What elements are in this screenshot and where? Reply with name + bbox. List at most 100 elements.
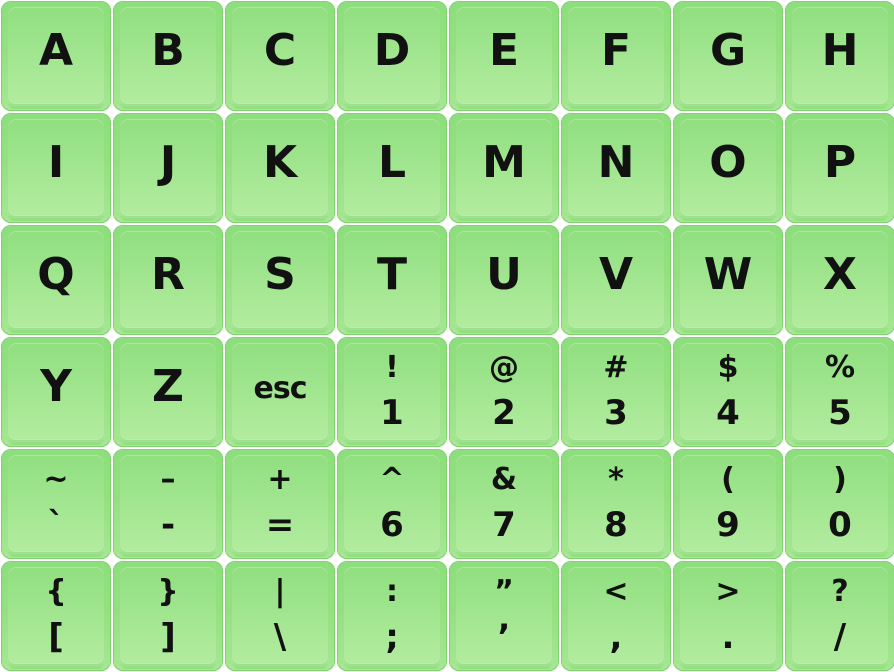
key-label: Q (37, 249, 75, 300)
key-shift-label: ) (833, 462, 847, 497)
key-backslash[interactable]: | \ (225, 561, 335, 671)
key-shift-label: + (267, 462, 293, 497)
key-label: A (38, 25, 74, 76)
key-label: M (482, 137, 526, 188)
key-comma[interactable]: <, (561, 561, 671, 671)
key-q[interactable]: Q (1, 225, 111, 335)
key-base-label: 2 (492, 393, 516, 433)
key-esc[interactable]: esc (225, 337, 335, 447)
key-base-label: , (609, 617, 623, 657)
key-base-label: ] (160, 617, 176, 657)
key-z[interactable]: Z (113, 337, 223, 447)
key-u[interactable]: U (449, 225, 559, 335)
key-shift-label: % (824, 350, 856, 385)
key-7[interactable]: & 7 (449, 449, 559, 559)
key-base-label: / (833, 617, 847, 657)
key-g[interactable]: G (673, 1, 783, 111)
key-i[interactable]: I (1, 113, 111, 223)
key-shift-label: ^ (379, 462, 405, 497)
key-base-label: 8 (604, 505, 628, 545)
key-label: E (488, 25, 520, 76)
key-quote[interactable]: ”’ (449, 561, 559, 671)
key-label: D (373, 25, 411, 76)
key-label: O (709, 137, 747, 188)
key-base-label: [ (48, 617, 64, 657)
key-8[interactable]: * 8 (561, 449, 671, 559)
key-shift-label: } (157, 574, 179, 609)
key-shift-label: * (608, 462, 624, 497)
key-1[interactable]: ! 1 (337, 337, 447, 447)
key-3[interactable]: #3 (561, 337, 671, 447)
key-shift-label: : (386, 574, 398, 609)
key-p[interactable]: P (785, 113, 894, 223)
key-left-bracket[interactable]: {[ (1, 561, 111, 671)
key-base-label: - (160, 505, 176, 545)
key-label: N (597, 137, 635, 188)
key-label: K (262, 137, 298, 188)
key-minus[interactable]: – - (113, 449, 223, 559)
keyboard-grid: A B C D E F G H I J K L M N O P Q R S T … (0, 0, 894, 672)
key-slash[interactable]: ? / (785, 561, 894, 671)
key-shift-label: # (603, 350, 629, 385)
key-d[interactable]: D (337, 1, 447, 111)
key-4[interactable]: $4 (673, 337, 783, 447)
key-f[interactable]: F (561, 1, 671, 111)
key-shift-label: @ (489, 350, 519, 385)
key-shift-label: { (45, 574, 67, 609)
key-s[interactable]: S (225, 225, 335, 335)
key-shift-label: ? (831, 574, 849, 609)
key-semicolon[interactable]: :; (337, 561, 447, 671)
key-y[interactable]: Y (1, 337, 111, 447)
key-6[interactable]: ^ 6 (337, 449, 447, 559)
key-base-label: \ (273, 617, 287, 657)
key-shift-label: ” (494, 574, 514, 609)
key-label: L (377, 137, 407, 188)
key-period[interactable]: >. (673, 561, 783, 671)
key-base-label: = (265, 505, 295, 545)
key-label: F (600, 25, 632, 76)
key-e[interactable]: E (449, 1, 559, 111)
key-label: J (159, 137, 177, 188)
key-t[interactable]: T (337, 225, 447, 335)
key-base-label: 4 (716, 393, 740, 433)
key-a[interactable]: A (1, 1, 111, 111)
key-label: Z (152, 361, 184, 412)
key-o[interactable]: O (673, 113, 783, 223)
key-base-label: 9 (716, 505, 740, 545)
key-base-label: 0 (828, 505, 852, 545)
key-shift-label: > (715, 574, 741, 609)
key-j[interactable]: J (113, 113, 223, 223)
key-b[interactable]: B (113, 1, 223, 111)
key-r[interactable]: R (113, 225, 223, 335)
key-shift-label: & (490, 462, 518, 497)
key-label: C (263, 25, 297, 76)
key-right-bracket[interactable]: }] (113, 561, 223, 671)
key-h[interactable]: H (785, 1, 894, 111)
key-c[interactable]: C (225, 1, 335, 111)
key-label: Y (40, 361, 72, 412)
key-2[interactable]: @2 (449, 337, 559, 447)
key-x[interactable]: X (785, 225, 894, 335)
key-9[interactable]: (9 (673, 449, 783, 559)
key-label: B (151, 25, 185, 76)
key-v[interactable]: V (561, 225, 671, 335)
key-w[interactable]: W (673, 225, 783, 335)
key-shift-label: ! (385, 350, 399, 385)
key-base-label: 1 (380, 393, 404, 433)
key-shift-label: ~ (43, 462, 69, 497)
key-equals[interactable]: + = (225, 449, 335, 559)
key-label: G (709, 25, 747, 76)
key-label: V (598, 249, 634, 300)
key-label: R (151, 249, 185, 300)
key-label: P (823, 137, 857, 188)
key-5[interactable]: % 5 (785, 337, 894, 447)
key-l[interactable]: L (337, 113, 447, 223)
key-k[interactable]: K (225, 113, 335, 223)
key-n[interactable]: N (561, 113, 671, 223)
key-0[interactable]: ) 0 (785, 449, 894, 559)
key-label: S (264, 249, 296, 300)
key-tilde[interactable]: ~ ` (1, 449, 111, 559)
key-m[interactable]: M (449, 113, 559, 223)
key-base-label: ` (47, 505, 65, 545)
key-base-label: ’ (497, 617, 511, 657)
